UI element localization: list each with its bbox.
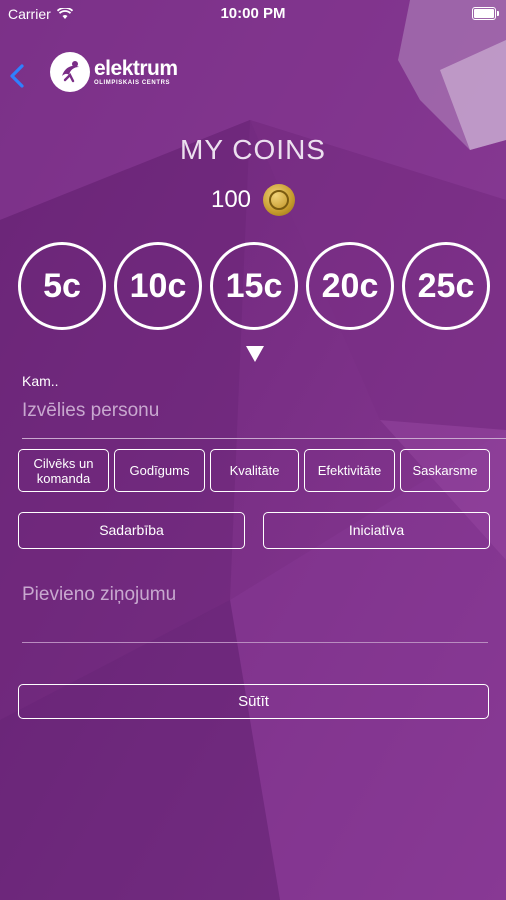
logo-name: elektrum [94,56,178,80]
recipient-label: Kam.. [22,373,59,389]
value-button-efektivitate[interactable]: Efektivitāte [304,449,395,492]
logo-subtitle: OLIMPISKAIS CENTRS [94,79,171,86]
coin-option-10c[interactable]: 10c [114,242,202,330]
values-row-1: Cilvēks un komanda Godīgums Kvalitāte Ef… [18,449,490,492]
values-row-2: Sadarbība Iniciatīva [18,512,490,549]
logo-emblem [50,52,90,92]
selection-pointer-icon [246,346,264,362]
battery-icon [472,7,499,20]
coin-option-15c[interactable]: 15c [210,242,298,330]
back-button[interactable] [6,60,32,92]
coin-balance: 100 [0,184,506,216]
status-bar: Carrier 10:00 PM [0,0,506,28]
value-button-cilveks-un-komanda[interactable]: Cilvēks un komanda [18,449,109,492]
coin-icon [263,184,296,216]
elektrum-logo: elektrum OLIMPISKAIS CENTRS [50,52,178,92]
coin-option-25c[interactable]: 25c [402,242,490,330]
value-button-godigums[interactable]: Godīgums [114,449,205,492]
coin-option-20c[interactable]: 20c [306,242,394,330]
value-button-iniciativa[interactable]: Iniciatīva [263,512,490,549]
value-button-kvalitate[interactable]: Kvalitāte [210,449,299,492]
send-button[interactable]: Sūtīt [18,684,489,719]
page-title: MY COINS [180,134,326,165]
balance-value: 100 [210,186,252,213]
value-button-sadarbiba[interactable]: Sadarbība [18,512,245,549]
coin-options: 5c 10c 15c 20c 25c [18,242,490,330]
coin-option-5c[interactable]: 5c [18,242,106,330]
message-input[interactable]: Pievieno ziņojumu [22,584,488,643]
value-button-saskarsme[interactable]: Saskarsme [400,449,490,492]
recipient-input[interactable]: Izvēlies personu [22,400,506,439]
status-time: 10:00 PM [220,5,286,22]
chevron-left-icon [10,64,24,88]
